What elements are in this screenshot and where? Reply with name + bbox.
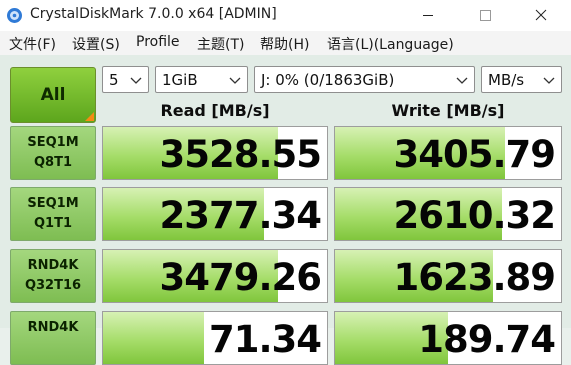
benchmark-panel: All 5 1GiB J: 0% (0/1863GiB) MB/s Read [… <box>0 55 571 365</box>
write-result-value: 2610.32 <box>393 194 556 237</box>
test-button-rnd4k-q32t16[interactable]: RND4K Q32T16 <box>10 249 96 303</box>
menu-theme[interactable]: 主题(T) <box>197 34 244 54</box>
test-button-rnd4k-q1t1[interactable]: RND4K <box>10 311 96 365</box>
test-name: SEQ1M <box>27 135 79 150</box>
menu-profile[interactable]: Profile <box>136 34 180 50</box>
run-all-label: All <box>40 85 66 105</box>
test-size-select[interactable]: 1GiB <box>155 66 248 93</box>
read-result-value: 3528.55 <box>159 133 322 176</box>
unit-value: MB/s <box>488 71 525 89</box>
read-result-value: 2377.34 <box>159 194 322 237</box>
menu-settings[interactable]: 设置(S) <box>72 34 120 54</box>
write-result-cell: 189.74 <box>334 311 562 365</box>
menu-file[interactable]: 文件(F) <box>9 34 56 54</box>
unit-select[interactable]: MB/s <box>481 66 562 93</box>
drive-value: J: 0% (0/1863GiB) <box>261 71 395 89</box>
write-result-value: 3405.79 <box>393 133 556 176</box>
read-result-value: 71.34 <box>208 318 322 361</box>
crystaldiskmark-app-icon <box>7 8 22 23</box>
minimize-button[interactable] <box>404 0 452 31</box>
run-all-button[interactable]: All <box>10 67 96 123</box>
corner-indicator <box>85 112 94 121</box>
menu-help[interactable]: 帮助(H) <box>260 34 309 54</box>
chevron-down-icon <box>456 77 468 84</box>
menu-bar: 文件(F) 设置(S) Profile 主题(T) 帮助(H) 语言(L)(La… <box>0 31 571 55</box>
read-result-value: 3479.26 <box>159 256 322 299</box>
close-icon <box>535 9 547 21</box>
test-name: SEQ1M <box>27 196 79 211</box>
maximize-icon <box>480 10 491 21</box>
minimize-icon <box>423 15 433 16</box>
maximize-button[interactable] <box>461 0 509 31</box>
test-params: Q8T1 <box>33 155 72 170</box>
write-result-value: 189.74 <box>418 318 556 361</box>
chevron-down-icon <box>229 77 241 84</box>
close-button[interactable] <box>517 0 565 31</box>
test-name: RND4K <box>27 258 79 273</box>
test-size-value: 1GiB <box>162 71 198 89</box>
window-title: CrystalDiskMark 7.0.0 x64 [ADMIN] <box>30 6 277 22</box>
test-params: Q32T16 <box>24 278 82 293</box>
write-column-header: Write [MB/s] <box>391 101 505 120</box>
read-progress-bar <box>103 312 204 364</box>
write-result-value: 1623.89 <box>393 256 556 299</box>
test-count-value: 5 <box>109 71 119 89</box>
read-result-cell: 2377.34 <box>102 187 328 241</box>
read-column-header: Read [MB/s] <box>160 101 270 120</box>
test-button-seq1m-q1t1[interactable]: SEQ1M Q1T1 <box>10 187 96 241</box>
write-result-cell: 3405.79 <box>334 126 562 180</box>
read-result-cell: 71.34 <box>102 311 328 365</box>
test-count-select[interactable]: 5 <box>102 66 149 93</box>
test-params: Q1T1 <box>33 216 72 231</box>
write-result-cell: 2610.32 <box>334 187 562 241</box>
menu-language[interactable]: 语言(L)(Language) <box>327 34 454 54</box>
drive-select[interactable]: J: 0% (0/1863GiB) <box>254 66 475 93</box>
test-button-seq1m-q8t1[interactable]: SEQ1M Q8T1 <box>10 126 96 180</box>
chevron-down-icon <box>543 77 555 84</box>
read-result-cell: 3528.55 <box>102 126 328 180</box>
title-bar: CrystalDiskMark 7.0.0 x64 [ADMIN] <box>0 0 571 31</box>
chevron-down-icon <box>130 77 142 84</box>
read-result-cell: 3479.26 <box>102 249 328 303</box>
write-result-cell: 1623.89 <box>334 249 562 303</box>
test-name: RND4K <box>27 320 79 335</box>
